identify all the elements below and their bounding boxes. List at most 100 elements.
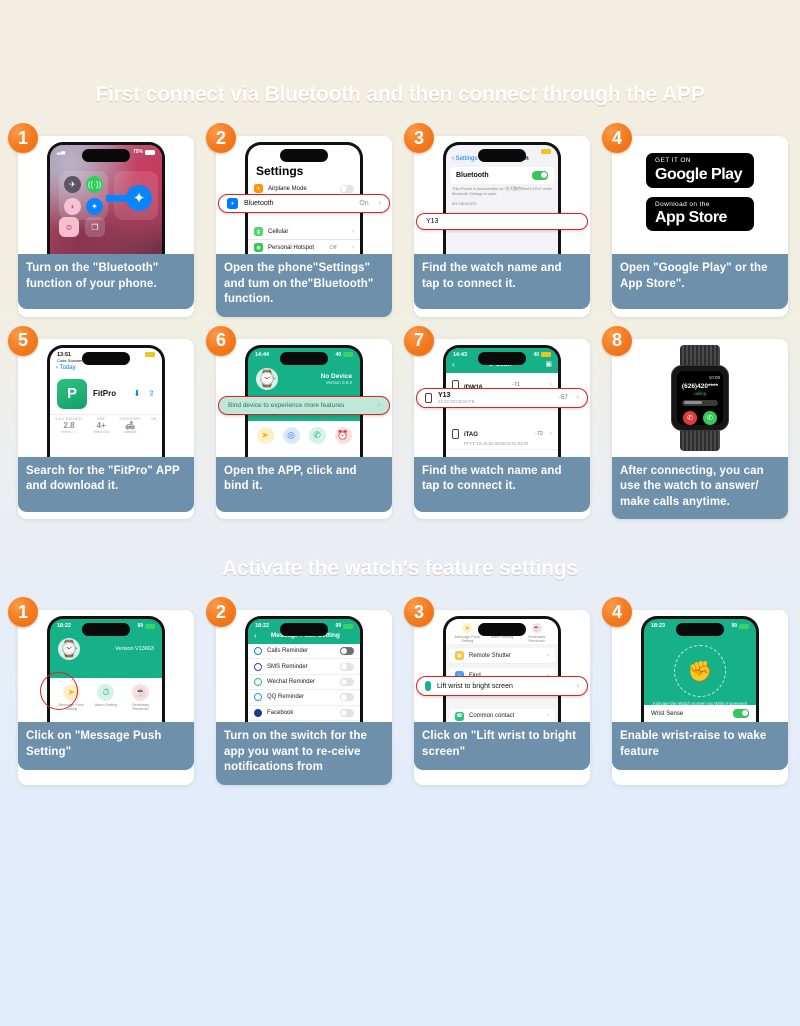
watch-device-highlight[interactable]: Y13	[416, 213, 588, 230]
bluetooth-row-label: Bluetooth	[244, 200, 274, 207]
push-row-qq[interactable]: QQ Reminder	[248, 690, 360, 706]
section2-row: 1 18:22 99 ⌚ Version V13663 ➤ Message Pu…	[0, 597, 800, 785]
feature-card-2[interactable]: 2 18:22 99 ‹ Setting Calls Reminder SMS …	[206, 597, 392, 785]
screenshot-fitpro-home: 14:44 40 ⌚ No Device Version 0.0.0 ➤ ◎ ✆…	[216, 338, 392, 457]
lock-rotation-icon[interactable]: ⊜	[59, 217, 79, 237]
app-store-badge[interactable]: Download on the App Store	[646, 196, 754, 231]
share-icon[interactable]: ⇪	[148, 389, 155, 398]
feature-card-4[interactable]: 4 18:23 99 ✊ Activate the Watch screen v…	[602, 597, 788, 785]
push-row-facebook[interactable]: Facebook	[248, 706, 360, 721]
lift-wrist-icon	[425, 681, 431, 692]
message-push-highlight[interactable]	[40, 672, 78, 711]
step-card-4[interactable]: 4 GET IT ON Google Play Download on the …	[602, 123, 788, 317]
phone-notch	[82, 351, 130, 365]
screenshot-message-push: 18:22 99 ‹ Message Push Setting	[216, 610, 392, 723]
lift-wrist-label: Lift wrist to bright screen	[437, 682, 513, 690]
cellular-icon: ▮	[254, 227, 263, 236]
network-label: 99	[335, 623, 341, 630]
feature-row-common-contact[interactable]: ☎ Common contact ›	[449, 708, 555, 723]
push-row-calls[interactable]: Calls Reminder	[248, 644, 360, 660]
phone-notch	[82, 149, 130, 162]
scan-device-row[interactable]: Y13 21:22:33:03:0A:FE -57 ›	[446, 450, 558, 457]
decline-icon[interactable]: ✆	[683, 410, 697, 425]
device-name: iTAG	[464, 431, 478, 438]
device-rssi: -72	[535, 431, 544, 438]
wrist-sense-row[interactable]: Wrist Sense	[644, 705, 756, 723]
bluetooth-icon[interactable]: ✦	[86, 198, 103, 215]
qr-scan-icon[interactable]: ▣	[545, 360, 552, 368]
answer-icon[interactable]: ✆	[703, 410, 717, 425]
device-status: No Device	[320, 372, 352, 380]
sedentary-icon: ☕	[132, 684, 150, 702]
stat-sub: Years Old	[93, 429, 110, 434]
airplane-icon[interactable]: ✈	[64, 176, 81, 193]
status-time: 14:44	[255, 351, 270, 358]
wifi-icon[interactable]: ◗	[64, 198, 81, 215]
step-card-5[interactable]: 5 13:51 Code Scanner ‹ Today P FitPro ⬇ …	[8, 325, 194, 520]
back-button[interactable]: ‹	[452, 360, 455, 369]
lift-wrist-highlight[interactable]: Lift wrist to bright screen ›	[416, 676, 588, 697]
step-card-6[interactable]: 6 14:44 40 ⌚ No Device Version 0.0.0 ➤ ◎…	[206, 325, 392, 520]
quick-item-sedentary[interactable]: ☕ Sedentary Reminder	[124, 684, 158, 712]
settings-row-cellular[interactable]: ▮ Cellular ›	[248, 224, 360, 240]
wechat-toggle[interactable]	[340, 678, 354, 687]
screenshot-store-badges: GET IT ON Google Play Download on the Ap…	[612, 136, 788, 254]
network-label: 99	[137, 623, 143, 630]
screen-mirroring-icon[interactable]: ❐	[85, 217, 105, 237]
step-card-7[interactable]: 7 14:43 40 ‹ ⟳ Scan ▣ -71 › iTAG FF:FF:1…	[404, 325, 590, 520]
step-card-8[interactable]: 8 10:09 (626)420**** calling ✆ ✆ After c…	[602, 325, 788, 520]
feature-card-1[interactable]: 1 18:22 99 ⌚ Version V13663 ➤ Message Pu…	[8, 597, 194, 785]
settings-row-hotspot[interactable]: ◉ Personal Hotspot Off ›	[248, 240, 360, 254]
wechat-icon	[254, 678, 262, 687]
airplane-icon: ✈	[254, 184, 263, 193]
wrist-sense-toggle[interactable]	[733, 709, 749, 719]
phone-mockup: ➤ Message Push Setting ⏱ Alarm Setting ☕…	[443, 616, 561, 723]
volume-slider[interactable]	[682, 399, 718, 406]
chevron-right-icon: ›	[377, 401, 380, 409]
push-row-sms[interactable]: SMS Reminder	[248, 659, 360, 675]
bluetooth-row-value: On	[359, 200, 369, 207]
calls-icon	[254, 647, 262, 656]
battery-icon	[145, 149, 155, 155]
step-card-2[interactable]: 2 Settings ✈ Airplane Mode ◗ Wi-Fi	[206, 123, 392, 317]
bind-device-highlight[interactable]: Bind device to experience more features …	[218, 395, 390, 415]
battery-icon	[145, 623, 155, 629]
step-badge: 1	[8, 597, 38, 628]
bluetooth-row-highlight[interactable]: ✦ Bluetooth On ›	[218, 194, 390, 213]
stat-developer: DE	[151, 417, 156, 434]
back-button[interactable]: ‹ Settings	[452, 156, 477, 162]
navigate-icon[interactable]: ➤	[256, 426, 274, 444]
step-caption: Open the phone"Settings" and tum on the"…	[216, 254, 392, 317]
feature-card-3[interactable]: 3 ➤ Message Push Setting ⏱ Alarm Setting	[404, 597, 590, 785]
watch-band-bottom	[680, 430, 720, 451]
step-badge: 5	[8, 325, 38, 356]
step-caption: Search for the "FitPro" APP and download…	[18, 456, 194, 512]
sms-toggle[interactable]	[340, 662, 354, 671]
qq-toggle[interactable]	[340, 693, 354, 702]
download-icon[interactable]: ⬇	[134, 389, 141, 398]
camera-icon[interactable]: ◎	[282, 426, 300, 444]
feature-row-remote-shutter[interactable]: ▣ Remote Shutter ›	[449, 647, 555, 665]
phone-icon[interactable]: ✆	[308, 426, 326, 444]
back-button[interactable]: ‹	[254, 631, 257, 640]
stat-value: 4+	[96, 420, 106, 430]
step-card-3[interactable]: 3 ‹ Settings Bluetooth Bluetooth	[404, 123, 590, 317]
chevron-right-icon: ›	[576, 682, 579, 690]
step-card-1[interactable]: 1 ▂▄ 75% ✈ ((·)) ◗ ✦ ✦ ⊜ ❐ Turn on the "…	[8, 123, 194, 317]
calls-toggle[interactable]	[340, 647, 354, 656]
facebook-toggle[interactable]	[340, 708, 354, 717]
airplane-toggle[interactable]	[340, 184, 354, 193]
screenshot-app-store-page: 13:51 Code Scanner ‹ Today P FitPro ⬇ ⇪ …	[18, 338, 194, 457]
target-device-highlight[interactable]: Y13 21:22:33:03:0A:FE -57 ›	[416, 387, 588, 408]
quick-item-alarm[interactable]: ⏱ Alarm Setting	[89, 684, 123, 712]
bluetooth-note: This iPhone is discoverable as "名天鹏的iPad…	[452, 187, 552, 196]
screenshot-smartwatch-call: 10:09 (626)420**** calling ✆ ✆	[612, 338, 788, 457]
bluetooth-toggle[interactable]	[532, 171, 548, 180]
alarm-icon[interactable]: ⏰	[334, 426, 352, 444]
push-row-wechat[interactable]: Wechat Reminder	[248, 675, 360, 691]
scan-device-row[interactable]: iTAG FF:FF:10:A5:84:30:88:02:01:03:00 -7…	[446, 420, 558, 450]
airdrop-icon[interactable]: ((·))	[86, 176, 103, 193]
battery-icon	[541, 149, 551, 154]
google-play-badge[interactable]: GET IT ON Google Play	[646, 153, 754, 188]
battery-icon	[343, 623, 353, 629]
